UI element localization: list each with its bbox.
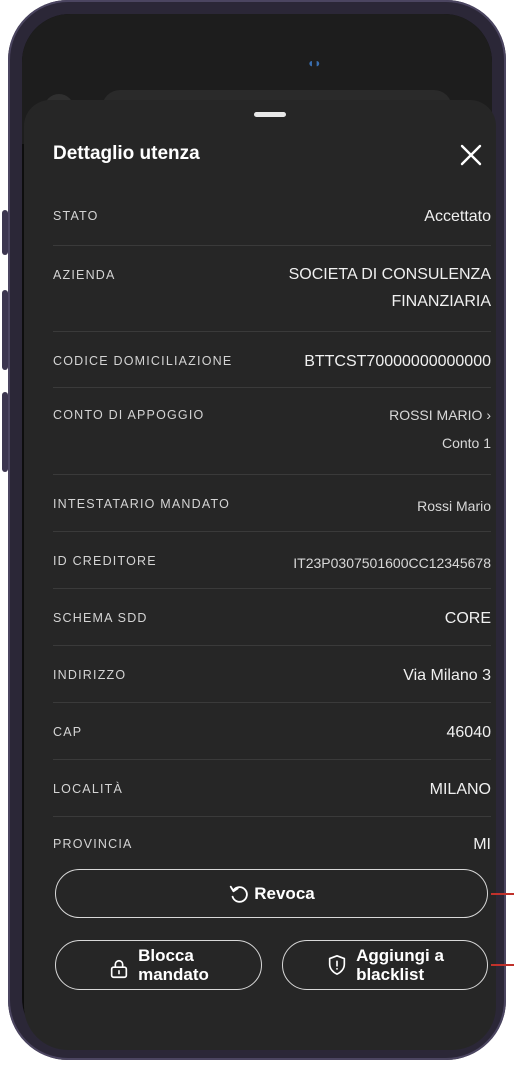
close-icon xyxy=(460,144,482,166)
row-value: BTTCST70000000000000 xyxy=(304,353,491,370)
row-value: Rossi Mario xyxy=(417,498,491,514)
blocca-mandato-label: Blocca mandato xyxy=(138,946,209,984)
annotation-line-blacklist xyxy=(491,964,514,966)
undo-icon xyxy=(230,885,248,903)
row-localita: LOCALITÀ MILANO xyxy=(53,760,491,817)
row-label: AZIENDA xyxy=(53,268,116,282)
row-label: PROVINCIA xyxy=(53,837,133,851)
row-azienda: AZIENDA SOCIETA DI CONSULENZA FINANZIARI… xyxy=(53,246,491,332)
row-label: SCHEMA SDD xyxy=(53,611,148,625)
row-label: INDIRIZZO xyxy=(53,668,127,682)
row-value: 46040 xyxy=(446,724,492,741)
blocca-label-line2: mandato xyxy=(138,965,209,984)
sheet-title: Dettaglio utenza xyxy=(53,143,200,164)
camera-icon: ◖◗ xyxy=(307,56,322,70)
detail-list: STATO Accettato AZIENDA SOCIETA DI CONSU… xyxy=(53,190,491,862)
row-value: CORE xyxy=(444,610,491,627)
annotation-line-revoca xyxy=(491,893,514,895)
row-id-creditore: ID CREDITORE IT23P0307501600CC12345678 xyxy=(53,532,491,589)
blacklist-label-line2: blacklist xyxy=(356,965,425,984)
row-value: IT23P0307501600CC12345678 xyxy=(293,555,491,571)
aggiungi-blacklist-label: Aggiungi a blacklist xyxy=(356,946,444,984)
blacklist-label-line1: Aggiungi a xyxy=(356,946,444,965)
blocca-mandato-button[interactable]: Blocca mandato xyxy=(55,940,262,990)
row-provincia: PROVINCIA MI xyxy=(53,817,491,862)
row-label: ID CREDITORE xyxy=(53,554,157,568)
row-value: MILANO xyxy=(429,781,491,798)
row-conto-di-appoggio[interactable]: CONTO DI APPOGGIO ROSSI MARIO › Conto 1 xyxy=(53,388,491,475)
row-value[interactable]: ROSSI MARIO › Conto 1 xyxy=(389,404,491,454)
row-label: CONTO DI APPOGGIO xyxy=(53,408,205,422)
detail-bottom-sheet: Dettaglio utenza STATO Accettato AZIENDA… xyxy=(24,100,496,1050)
row-value-line: Conto 1 xyxy=(441,435,491,451)
blocca-label-line1: Blocca xyxy=(138,946,194,965)
row-cap: CAP 46040 xyxy=(53,703,491,760)
close-button[interactable] xyxy=(454,138,488,172)
row-value: MI xyxy=(473,836,491,853)
shield-icon xyxy=(328,955,346,975)
row-value-line: ROSSI MARIO › xyxy=(389,407,491,423)
row-indirizzo: INDIRIZZO Via Milano 3 xyxy=(53,646,491,703)
row-codice-domiciliazione: CODICE DOMICILIAZIONE BTTCST700000000000… xyxy=(53,332,491,388)
row-value-line: FINANZIARIA xyxy=(391,293,491,310)
row-intestatario-mandato: INTESTATARIO MANDATO Rossi Mario xyxy=(53,475,491,532)
sheet-grabber[interactable] xyxy=(254,112,286,117)
row-value: Via Milano 3 xyxy=(403,667,491,684)
row-label: INTESTATARIO MANDATO xyxy=(53,497,231,511)
revoca-button[interactable]: Revoca xyxy=(55,869,488,918)
row-value: SOCIETA DI CONSULENZA FINANZIARIA xyxy=(289,264,491,313)
row-label: STATO xyxy=(53,209,99,223)
row-label: CAP xyxy=(53,725,83,739)
row-label: LOCALITÀ xyxy=(53,782,124,796)
row-label: CODICE DOMICILIAZIONE xyxy=(53,354,233,368)
row-stato: STATO Accettato xyxy=(53,190,491,246)
row-schema-sdd: SCHEMA SDD CORE xyxy=(53,589,491,646)
aggiungi-blacklist-button[interactable]: Aggiungi a blacklist xyxy=(282,940,488,990)
lock-icon xyxy=(110,959,128,979)
row-value-line: SOCIETA DI CONSULENZA xyxy=(288,266,491,283)
row-value: Accettato xyxy=(424,208,491,225)
revoca-label: Revoca xyxy=(254,884,315,903)
